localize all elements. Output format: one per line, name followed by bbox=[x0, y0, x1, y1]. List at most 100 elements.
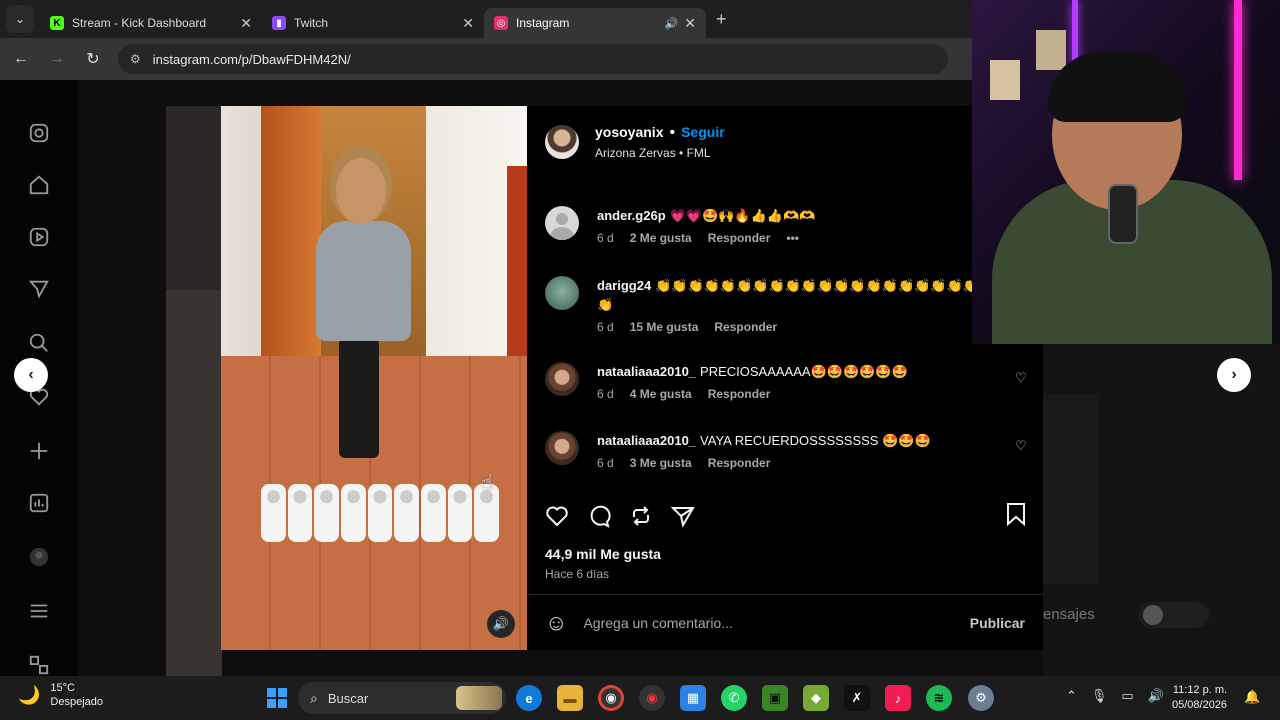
comment-time[interactable]: 6 d bbox=[597, 231, 614, 245]
windows-start-icon[interactable] bbox=[264, 685, 290, 711]
avatar[interactable] bbox=[545, 362, 579, 396]
store-icon[interactable]: ▦ bbox=[680, 685, 706, 711]
tab-kick[interactable]: K Stream - Kick Dashboard ✕ bbox=[40, 8, 262, 38]
windows-taskbar: 🌙 15°C Despejado ⌕ Buscar e ▬ ◉ ◉ ▦ ✆ ▣ ◆… bbox=[0, 676, 1280, 720]
app-icon[interactable]: ◆ bbox=[803, 685, 829, 711]
site-settings-icon[interactable]: ⚙ bbox=[130, 52, 141, 66]
search-icon: ⌕ bbox=[310, 689, 318, 706]
like-count[interactable]: 44,9 mil Me gusta bbox=[545, 546, 661, 562]
back-arrow-icon[interactable]: ← bbox=[6, 50, 36, 68]
reply-button[interactable]: Responder bbox=[708, 231, 771, 245]
comment-item: ander.g26p 💗💗🤩🙌🔥👍👍🫶🫶 6 d 2 Me gusta Respond… bbox=[545, 206, 977, 245]
reply-button[interactable]: Responder bbox=[708, 456, 771, 470]
url-text: instagram.com/p/DbawFDHM42N/ bbox=[152, 51, 351, 67]
spotify-icon[interactable]: ≋ bbox=[926, 685, 952, 711]
profile-avatar-icon[interactable] bbox=[26, 544, 52, 570]
chevron-up-icon[interactable]: ⌃ bbox=[1066, 688, 1077, 704]
network-icon[interactable]: ▭ bbox=[1121, 688, 1133, 704]
tab-title: Twitch bbox=[294, 16, 329, 30]
wall-poster bbox=[1036, 30, 1066, 70]
comment-likes[interactable]: 2 Me gusta bbox=[630, 231, 692, 245]
comment-like-heart-icon[interactable]: ♡ bbox=[1015, 370, 1027, 386]
more-options-icon[interactable]: ••• bbox=[786, 231, 799, 245]
clock[interactable]: 11:12 p. m. 05/08/2026 bbox=[1172, 683, 1227, 713]
comment-username[interactable]: nataaliaaa2010_ bbox=[597, 364, 696, 379]
tiktok-icon[interactable]: ♪ bbox=[885, 685, 911, 711]
close-icon[interactable]: ✕ bbox=[684, 15, 696, 32]
comment-username[interactable]: ander.g26p bbox=[597, 208, 666, 223]
comment-likes[interactable]: 15 Me gusta bbox=[630, 320, 699, 334]
follow-button[interactable]: Seguir bbox=[681, 124, 725, 140]
comment-username[interactable]: nataaliaaa2010_ bbox=[597, 433, 696, 448]
share-send-icon[interactable] bbox=[670, 504, 695, 534]
comment-text: PRECIOSAAAAAA🤩🤩🤩🤩🤩🤩 bbox=[700, 364, 908, 379]
send-icon[interactable] bbox=[26, 276, 52, 302]
comment-bubble-icon[interactable] bbox=[587, 504, 611, 534]
reply-button[interactable]: Responder bbox=[714, 320, 777, 334]
comment-time[interactable]: 6 d bbox=[597, 387, 614, 401]
close-icon[interactable]: ✕ bbox=[240, 15, 252, 32]
messages-label[interactable]: ensajes bbox=[1043, 606, 1095, 623]
webcam-overlay bbox=[972, 0, 1280, 344]
volume-icon[interactable]: 🔊 bbox=[1148, 688, 1164, 704]
chrome-icon[interactable]: ◉ bbox=[598, 685, 624, 711]
instagram-logo-icon[interactable] bbox=[26, 120, 52, 146]
comment-input[interactable]: Agrega un comentario... bbox=[583, 615, 969, 631]
taskbar-search[interactable]: ⌕ Buscar bbox=[298, 682, 506, 714]
apps-icon[interactable] bbox=[26, 652, 52, 676]
kick-app-icon[interactable]: ✗ bbox=[844, 685, 870, 711]
instagram-icon: ◎ bbox=[494, 16, 508, 30]
background-image-panel bbox=[1043, 394, 1099, 584]
dashboard-icon[interactable] bbox=[26, 490, 52, 516]
comment-likes[interactable]: 4 Me gusta bbox=[630, 387, 692, 401]
mouse-cursor-icon: ☝ bbox=[481, 472, 494, 494]
comment-time[interactable]: 6 d bbox=[597, 456, 614, 470]
chrome-profile-icon[interactable]: ◉ bbox=[639, 685, 665, 711]
audio-toggle-button[interactable]: 🔊 bbox=[487, 610, 515, 638]
avatar[interactable] bbox=[545, 431, 579, 465]
close-icon[interactable]: ✕ bbox=[462, 15, 474, 32]
reels-icon[interactable] bbox=[26, 224, 52, 250]
next-post-button[interactable]: › bbox=[1217, 358, 1251, 392]
search-icon[interactable] bbox=[26, 330, 52, 356]
like-heart-icon[interactable] bbox=[545, 504, 569, 534]
forward-arrow-icon[interactable]: → bbox=[42, 50, 72, 68]
comment-like-heart-icon[interactable]: ♡ bbox=[1015, 438, 1027, 454]
reload-icon[interactable]: ↻ bbox=[78, 49, 108, 69]
create-plus-icon[interactable] bbox=[26, 438, 52, 464]
tab-search-menu-button[interactable]: ⌄ bbox=[6, 5, 34, 33]
weather-widget[interactable]: 🌙 15°C Despejado bbox=[18, 681, 103, 709]
avatar[interactable] bbox=[545, 125, 579, 159]
reel-video[interactable]: ☝ 🔊 bbox=[221, 106, 527, 650]
microphone-icon[interactable]: 🎙 bbox=[1091, 688, 1108, 704]
bookmark-icon[interactable] bbox=[1005, 502, 1027, 532]
avatar[interactable] bbox=[545, 206, 579, 240]
file-explorer-icon[interactable]: ▬ bbox=[557, 685, 583, 711]
reply-button[interactable]: Responder bbox=[708, 387, 771, 401]
home-icon[interactable] bbox=[26, 172, 52, 198]
speaker-icon[interactable]: 🔊 bbox=[665, 17, 679, 30]
microphone bbox=[1108, 184, 1138, 244]
minecraft-icon[interactable]: ▣ bbox=[762, 685, 788, 711]
messages-avatars[interactable] bbox=[1139, 602, 1209, 628]
comment-username[interactable]: darigg24 bbox=[597, 278, 651, 293]
menu-icon[interactable] bbox=[26, 598, 52, 624]
audio-track[interactable]: Arizona Zervas • FML bbox=[595, 146, 725, 160]
new-tab-button[interactable]: + bbox=[716, 9, 727, 30]
post-username[interactable]: yosoyanix bbox=[595, 124, 663, 140]
emoji-icon[interactable]: ☺ bbox=[545, 610, 567, 636]
tab-instagram[interactable]: ◎ Instagram 🔊 ✕ bbox=[484, 8, 706, 38]
edge-icon[interactable]: e bbox=[516, 685, 542, 711]
whatsapp-icon[interactable]: ✆ bbox=[721, 685, 747, 711]
settings-gear-icon[interactable]: ⚙ bbox=[968, 685, 994, 711]
comment-time[interactable]: 6 d bbox=[597, 320, 614, 334]
notification-icon[interactable]: 🔔 bbox=[1244, 689, 1260, 705]
previous-post-button[interactable]: ‹ bbox=[14, 358, 48, 392]
avatar[interactable] bbox=[545, 276, 579, 310]
repost-icon[interactable] bbox=[629, 504, 653, 534]
comment-likes[interactable]: 3 Me gusta bbox=[630, 456, 692, 470]
kick-icon: K bbox=[50, 16, 64, 30]
publish-button[interactable]: Publicar bbox=[970, 615, 1025, 631]
address-bar[interactable]: ⚙ instagram.com/p/DbawFDHM42N/ bbox=[118, 44, 948, 74]
tab-twitch[interactable]: ▮ Twitch ✕ bbox=[262, 8, 484, 38]
